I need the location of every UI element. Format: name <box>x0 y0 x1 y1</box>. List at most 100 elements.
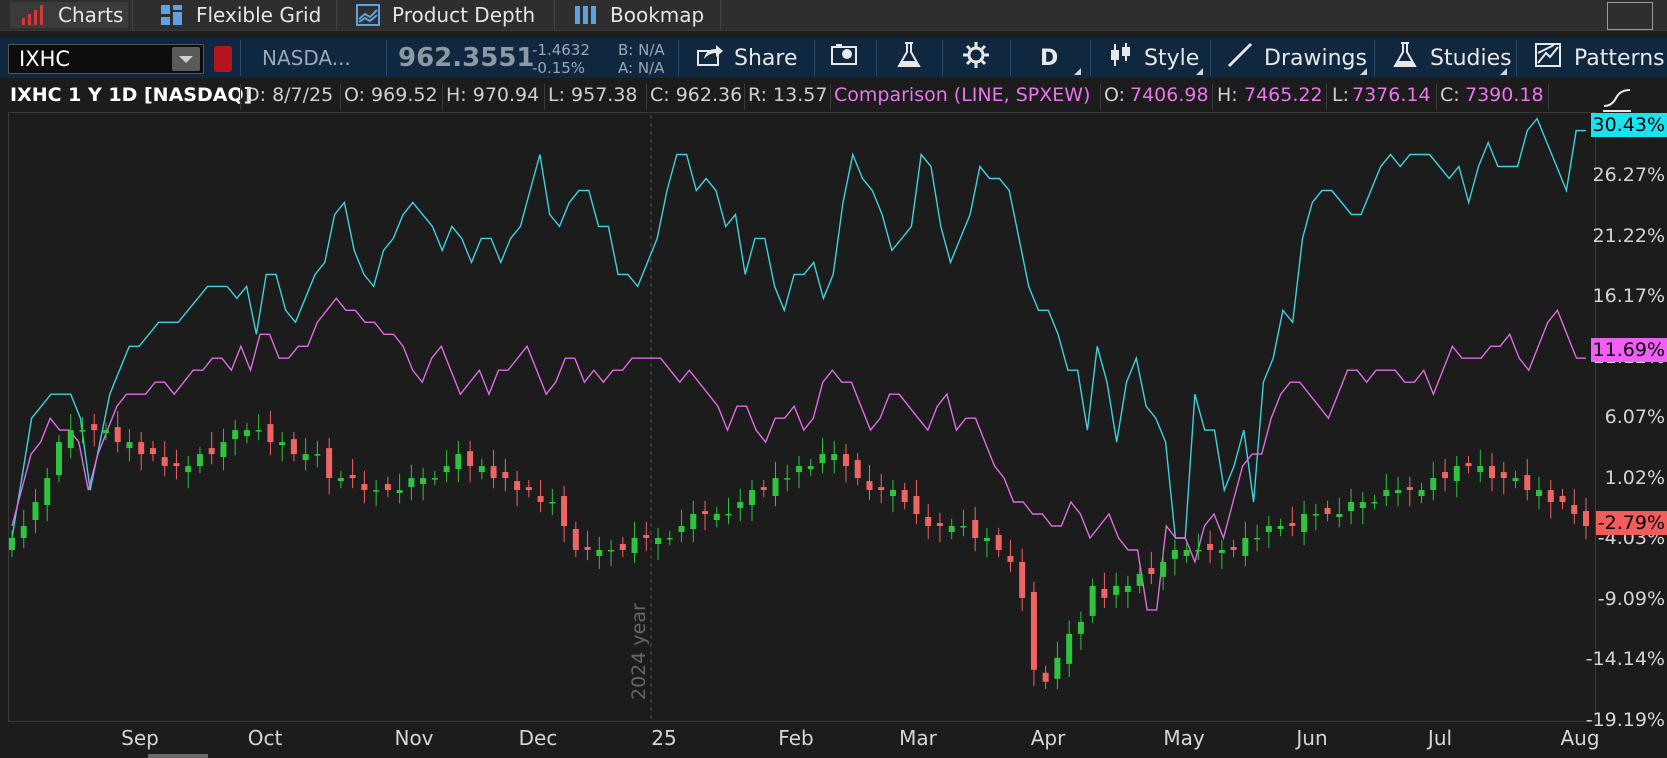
y-tick-label: -14.14% <box>1585 648 1665 671</box>
candle-body <box>1148 567 1155 574</box>
y-tick-label: 26.27% <box>1592 164 1665 187</box>
price-chart[interactable] <box>0 0 1667 758</box>
candle-body <box>208 448 215 455</box>
candle-body <box>854 460 861 479</box>
comparison-line-series <box>11 297 1586 611</box>
candle-body <box>725 514 732 516</box>
candle-body <box>972 520 979 538</box>
candle-body <box>866 481 873 491</box>
candle-body <box>1007 555 1014 562</box>
candle-body <box>713 514 720 521</box>
y-tick-label: 6.07% <box>1604 406 1665 429</box>
candle-body <box>408 478 415 488</box>
candle-body <box>326 448 333 479</box>
candle-body <box>608 549 615 552</box>
x-tick-label: May <box>1163 726 1205 750</box>
candle-body <box>1254 537 1261 540</box>
candle-body <box>1571 505 1578 515</box>
candle-body <box>561 496 568 527</box>
candle-body <box>666 537 673 540</box>
candle-body <box>631 537 638 553</box>
candle-body <box>1289 523 1296 527</box>
candle-body <box>784 478 791 480</box>
candle-body <box>796 466 802 473</box>
candle-body <box>655 537 662 544</box>
y-tick-label: -9.09% <box>1597 587 1665 610</box>
candle-body <box>290 439 297 455</box>
candle-body <box>455 454 462 470</box>
y-tick-label: 21.22% <box>1592 224 1665 247</box>
candle-body <box>1077 621 1084 634</box>
candle-body <box>1066 633 1073 664</box>
candle-body <box>760 487 767 491</box>
x-tick-label: Dec <box>518 726 558 750</box>
candle-body <box>1218 549 1225 553</box>
candle-body <box>1383 490 1390 497</box>
comparison-last-value-label: 11.69% <box>1590 337 1667 362</box>
candle-body <box>67 430 74 449</box>
candlestick-series <box>9 410 1589 689</box>
candle-body <box>995 534 1002 550</box>
x-tick-label: Mar <box>899 726 937 750</box>
candle-body <box>1312 514 1319 516</box>
candle-body <box>102 430 109 434</box>
candle-body <box>1442 472 1449 479</box>
candle-body <box>1042 672 1049 682</box>
candle-body <box>936 523 943 527</box>
candle-body <box>1054 657 1061 679</box>
candle-body <box>514 481 521 491</box>
candle-body <box>702 511 709 515</box>
candle-body <box>1101 588 1108 598</box>
candle-body <box>772 478 779 497</box>
candle-body <box>44 478 51 506</box>
x-tick-label: Jul <box>1427 726 1453 750</box>
candle-body <box>467 451 474 467</box>
cyan-last-value-label: 30.43% <box>1590 113 1667 138</box>
scrollbar-handle[interactable] <box>148 754 208 758</box>
candle-body <box>20 526 27 538</box>
candle-body <box>1430 478 1437 491</box>
candle-body <box>925 517 932 527</box>
candle-body <box>502 472 509 479</box>
candle-body <box>1336 514 1343 518</box>
candle-body <box>1265 526 1272 532</box>
candle-body <box>420 478 427 485</box>
candle-body <box>889 490 896 497</box>
candle-body <box>1183 549 1190 556</box>
candle-body <box>1524 475 1531 491</box>
x-axis[interactable]: Sep Oct Nov Dec 25 Feb Mar Apr May Jun Jul Aug <box>0 722 1667 758</box>
candle-body <box>55 442 62 476</box>
candle-body <box>584 546 591 550</box>
candle-body <box>114 427 121 443</box>
x-tick-label: Jun <box>1296 726 1328 750</box>
candle-body <box>913 496 920 515</box>
candle-body <box>1583 511 1589 527</box>
candle-body <box>185 466 192 473</box>
candle-body <box>878 487 885 491</box>
candle-body <box>126 442 133 449</box>
y-tick-label: 16.17% <box>1592 285 1665 308</box>
candle-body <box>819 454 826 464</box>
candle-body <box>1019 561 1026 598</box>
x-tick-label: Aug <box>1560 726 1600 750</box>
candle-body <box>1171 549 1178 559</box>
candle-body <box>901 490 908 503</box>
candle-body <box>255 430 262 432</box>
candle-body <box>243 430 250 437</box>
candle-body <box>749 490 756 506</box>
candle-body <box>1489 466 1496 479</box>
candle-body <box>983 537 990 541</box>
y-tick-label: 1.02% <box>1604 466 1665 489</box>
candle-body <box>1418 490 1425 497</box>
candle-body <box>1348 502 1355 512</box>
candle-body <box>678 526 685 532</box>
candle-body <box>842 454 849 467</box>
candle-body <box>173 463 180 467</box>
candle-body <box>161 457 168 467</box>
candle-body <box>1324 508 1331 515</box>
candle-body <box>960 526 967 528</box>
candle-body <box>337 478 344 482</box>
candle-body <box>549 502 556 504</box>
candle-body <box>1395 490 1402 494</box>
x-tick-label: Apr <box>1030 726 1066 750</box>
